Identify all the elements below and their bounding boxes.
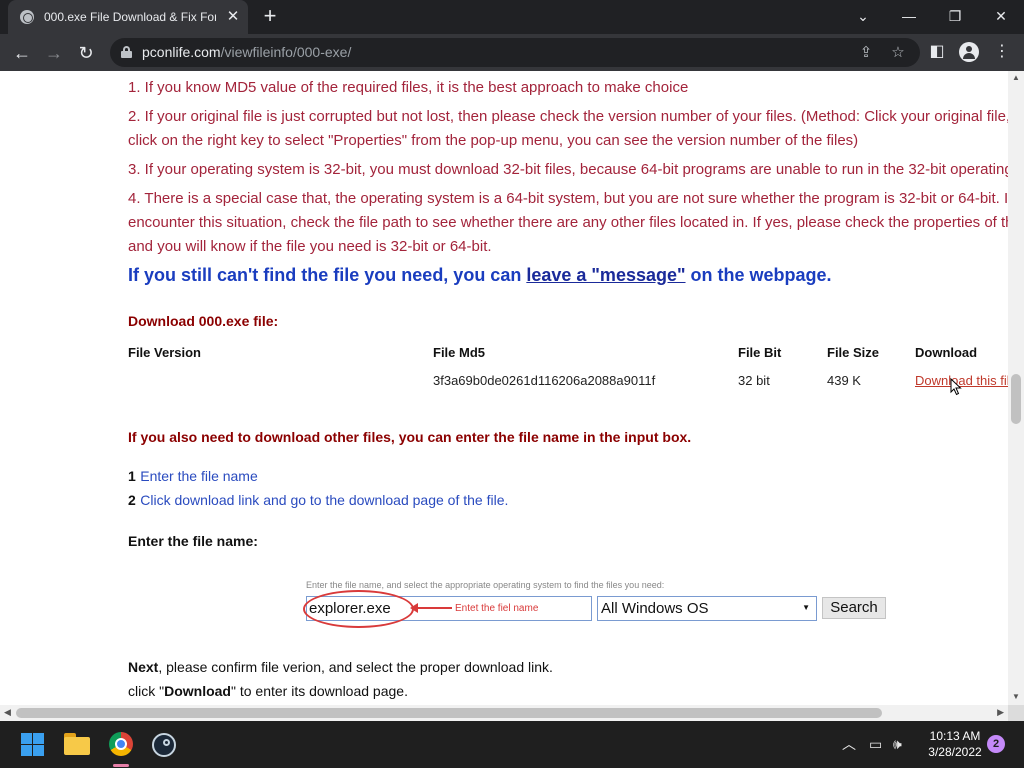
click-suffix: " to enter its download page. <box>230 683 408 699</box>
col-header-file-md5: File Md5 <box>433 345 486 360</box>
next-rest: , please confirm file verion, and select… <box>158 659 553 675</box>
col-header-file-bit: File Bit <box>738 345 782 360</box>
search-demo-caption: Enter the file name, and select the appr… <box>306 580 665 590</box>
profile-icon[interactable] <box>959 42 979 62</box>
search-demo-os-value: All Windows OS <box>601 600 709 617</box>
tip-4-line-2: encounter this situation, check the file… <box>128 214 1008 231</box>
leave-message-link[interactable]: leave a "message" <box>526 265 685 285</box>
url-path: /viewfileinfo/000-exe/ <box>220 44 352 60</box>
col-header-download: Download <box>915 345 978 360</box>
tip-4-line-1: 4. There is a special case that, the ope… <box>128 190 1008 207</box>
file-explorer-icon[interactable] <box>64 733 90 755</box>
scroll-down-icon[interactable]: ▼ <box>1012 692 1020 701</box>
still-cant-find-prefix: If you still can't find the file you nee… <box>128 265 527 285</box>
volume-icon[interactable]: 🕪 <box>893 735 902 753</box>
select-caret-icon: ▼ <box>802 603 810 612</box>
still-cant-find-heading: If you still can't find the file you nee… <box>128 265 832 286</box>
horizontal-scrollbar[interactable]: ◀ ▶ <box>0 705 1008 721</box>
mouse-pointer-icon <box>950 378 962 396</box>
col-header-file-version: File Version <box>128 345 201 360</box>
step-2-text: Click download link and go to the downlo… <box>140 492 509 508</box>
enter-file-name-label: Enter the file name: <box>128 533 258 549</box>
search-demo-os-select: All Windows OS ▼ <box>597 596 817 621</box>
vertical-scrollbar[interactable]: ▲ ▼ <box>1008 71 1024 705</box>
tab-title: 000.exe File Download & Fix For <box>44 10 216 24</box>
close-tab-icon[interactable]: ✕ <box>224 8 242 26</box>
taskbar: ︿ ▭ 🕪 10:13 AM 3/28/2022 2 <box>0 721 1024 768</box>
tab-strip: 000.exe File Download & Fix For ✕ + ⌄ — … <box>0 0 1024 34</box>
browser-toolbar: ← → ↻ pconlife.com/viewfileinfo/000-exe/… <box>0 34 1024 71</box>
network-icon[interactable]: ▭ <box>869 735 882 753</box>
step-1-number: 1 <box>128 468 136 484</box>
back-icon[interactable]: ← <box>9 40 35 66</box>
notification-badge[interactable]: 2 <box>987 735 1005 753</box>
url-host: pconlife.com <box>142 44 221 60</box>
tip-4-line-3: and you will know if the file you need i… <box>128 238 492 255</box>
clock-time: 10:13 AM <box>929 729 981 743</box>
close-window-icon[interactable]: ✕ <box>984 4 1018 28</box>
tip-2-line-2: click on the right key to select "Proper… <box>128 132 859 149</box>
new-tab-button[interactable]: + <box>258 5 282 29</box>
scroll-up-icon[interactable]: ▲ <box>1012 73 1020 82</box>
side-panel-icon[interactable]: ◧ <box>926 41 948 63</box>
address-bar[interactable]: pconlife.com/viewfileinfo/000-exe/ ⇪ ☆ <box>110 38 920 67</box>
page-viewport: 1. If you know MD5 value of the required… <box>0 71 1008 705</box>
step-2-number: 2 <box>128 492 136 508</box>
windows-start-icon[interactable] <box>21 733 44 756</box>
vertical-scroll-thumb[interactable] <box>1011 374 1021 424</box>
step-1-text: Enter the file name <box>140 468 258 484</box>
taskbar-clock[interactable]: 10:13 AM 3/28/2022 <box>918 728 992 760</box>
arrow-left-icon <box>410 603 452 613</box>
scrollbar-corner <box>1008 705 1024 721</box>
still-cant-find-suffix: on the webpage. <box>685 265 832 285</box>
tip-1: 1. If you know MD5 value of the required… <box>128 79 689 96</box>
download-section-title: Download 000.exe file: <box>128 313 279 329</box>
chrome-icon[interactable] <box>109 732 133 756</box>
click-bold: Download <box>164 683 231 699</box>
globe-icon <box>20 10 34 24</box>
cell-file-md5: 3f3a69b0de0261d116206a2088a9011f <box>433 373 656 388</box>
next-bold: Next <box>128 659 159 675</box>
lock-icon <box>121 46 132 58</box>
tip-3: 3. If your operating system is 32-bit, y… <box>128 161 1008 178</box>
horizontal-scroll-thumb[interactable] <box>16 708 882 718</box>
menu-kebab-icon[interactable]: ⋮ <box>991 41 1013 63</box>
search-demo-hint: Entet the fiel name <box>455 603 539 614</box>
cell-file-size: 439 K <box>827 373 861 388</box>
col-header-file-size: File Size <box>827 345 880 360</box>
restore-icon[interactable]: ❐ <box>938 4 972 28</box>
search-demo-button: Search <box>822 597 886 619</box>
minimize-icon[interactable]: — <box>892 4 926 28</box>
tab-search-icon[interactable]: ⌄ <box>846 4 880 28</box>
steam-icon[interactable] <box>152 733 176 757</box>
share-icon[interactable]: ⇪ <box>856 43 876 63</box>
click-download-instruction: click "Download" to enter its download p… <box>128 683 408 699</box>
click-prefix: click " <box>128 683 165 699</box>
browser-tab[interactable]: 000.exe File Download & Fix For ✕ <box>8 0 248 34</box>
url-text[interactable]: pconlife.com/viewfileinfo/000-exe/ <box>142 44 351 60</box>
cell-file-bit: 32 bit <box>738 373 770 388</box>
scroll-left-icon[interactable]: ◀ <box>4 707 11 718</box>
scroll-right-icon[interactable]: ▶ <box>997 707 1004 718</box>
highlight-oval <box>303 590 414 628</box>
forward-icon[interactable]: → <box>41 40 67 66</box>
next-instruction: Next, please confirm file verion, and se… <box>128 659 553 675</box>
step-1: 1 Enter the file name <box>128 468 258 486</box>
reload-icon[interactable]: ↻ <box>73 40 99 66</box>
other-files-instruction: If you also need to download other files… <box>128 429 692 445</box>
step-2: 2 Click download link and go to the down… <box>128 492 508 510</box>
chevron-up-icon[interactable]: ︿ <box>842 735 856 753</box>
active-app-indicator <box>113 764 129 767</box>
bookmark-star-icon[interactable]: ☆ <box>888 43 908 63</box>
clock-date: 3/28/2022 <box>928 745 982 759</box>
tip-2-line-1: 2. If your original file is just corrupt… <box>128 108 1008 125</box>
